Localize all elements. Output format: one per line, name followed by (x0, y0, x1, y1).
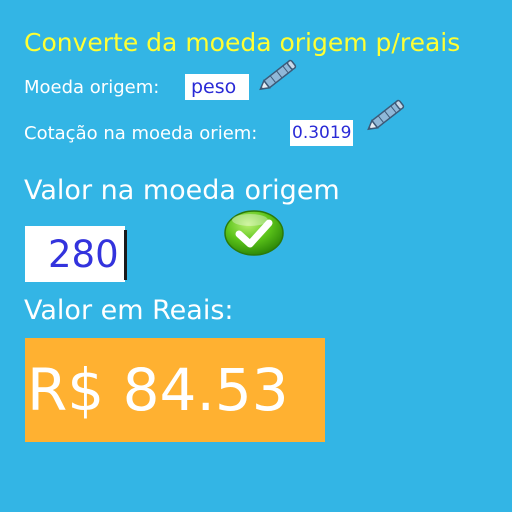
app-title: Converte da moeda origem p/reais (24, 28, 461, 57)
text-cursor (124, 230, 127, 280)
exchange-rate-field[interactable]: 0.3019 (290, 120, 354, 146)
amount-input-value[interactable]: 280 (48, 230, 119, 280)
pencil-icon[interactable] (254, 56, 302, 96)
exchange-rate-label: Cotação na moeda oriem: (24, 123, 258, 144)
pencil-icon[interactable] (362, 96, 410, 136)
result-value: R$ 84.53 (27, 356, 289, 424)
origin-currency-field[interactable]: peso (185, 74, 249, 100)
origin-currency-label: Moeda origem: (24, 77, 160, 98)
amount-label: Valor na moeda origem (24, 175, 340, 206)
result-label: Valor em Reais: (24, 295, 234, 326)
checkmark-icon[interactable] (222, 206, 286, 260)
